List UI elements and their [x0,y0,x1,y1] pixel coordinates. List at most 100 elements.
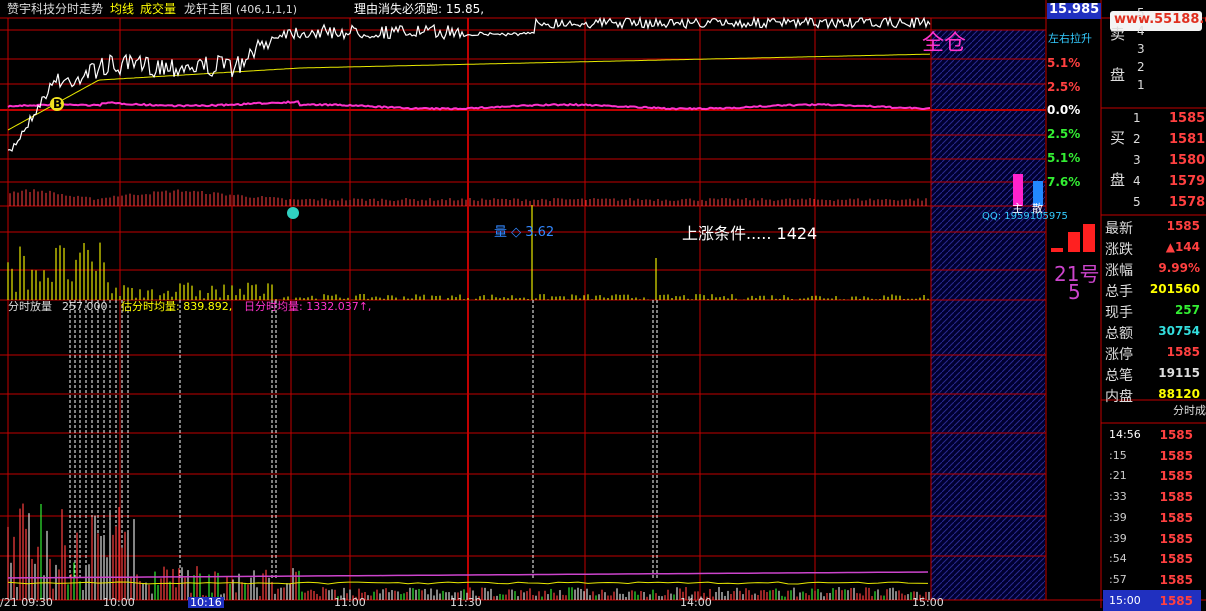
pct-label: 2.5% [1047,80,1081,94]
volume-header-label: 分时放量 [8,300,52,313]
tick-price: 1585 [1159,428,1193,442]
quote-value: 201560 [1149,282,1200,296]
quote-row: 涨幅 9.99% [1103,257,1206,279]
quote-row: 涨停 1585 [1103,341,1206,363]
time-label: /21 09:30 [0,596,53,609]
quote-key: 总笔 [1105,368,1133,384]
retail-label: 散 [1032,202,1043,215]
buy-level-number: 1 [1133,111,1141,125]
quote-row: 总额 30754 [1103,320,1206,342]
indicator-params: (406,1,1,1) [236,3,298,16]
avg-line-label: 均线 [110,2,135,16]
quote-row: 现手 257 [1103,299,1206,321]
tick-row[interactable]: 15:00 1585 [1103,589,1201,611]
volume-avg-label: 估分时均量: 839.892, [121,300,233,313]
quote-row: 内盘 88120 [1103,383,1206,405]
full-position-label: 全仓 [922,31,967,56]
number-5: 5 [1068,280,1081,304]
time-label: 10:00 [103,596,135,609]
tick-time: :33 [1109,490,1127,504]
tick-price: 1585 [1159,552,1193,567]
quote-key: 总额 [1105,326,1133,342]
tick-price: 1585 [1159,490,1193,505]
trend-bar-1 [1051,248,1063,252]
pct-label: 5.1% [1047,151,1081,165]
tick-row[interactable]: :15 1585 [1103,445,1201,466]
tick-time: 14:56 [1109,428,1141,441]
reason-text: 理由消失必须跑: 15.85, [354,2,485,16]
pct-label: 5.1% [1047,56,1081,70]
buy-level-price: 1580 [1169,153,1206,168]
time-label: 15:00 [912,596,944,609]
trend-bar-3 [1083,224,1095,252]
quote-key: 涨跌 [1105,242,1133,258]
home-marker-icon[interactable] [287,207,299,219]
sell-level-number: 2 [1137,60,1145,74]
quote-value: 1585 [1166,219,1200,233]
tick-price: 1585 [1159,469,1193,484]
buy-level-number: 2 [1133,132,1141,146]
buy-label-1: 买 [1110,129,1126,147]
buy-level-price: 1581 [1169,132,1206,147]
tick-row[interactable]: :39 1585 [1103,528,1201,549]
pct-label: 7.6% [1047,175,1081,189]
after-hours-zone-bottom [931,300,1045,600]
left-right-toggle[interactable]: 左右拉升 [1048,33,1092,44]
buy-level-price: 1585 [1169,111,1206,126]
quote-value: 257 [1174,303,1200,317]
time-label: 11:00 [334,596,366,609]
intraday-chart-window: 赞宇科技分时走势 均线 成交量 龙轩主图 (406,1,1,1) 理由消失必须跑… [0,0,1206,611]
tick-row[interactable]: :54 1585 [1103,548,1201,569]
sell-level-number: 4 [1137,24,1145,38]
sell-label-1: 卖 [1110,25,1126,43]
quote-value: 88120 [1158,387,1200,401]
time-label: 14:00 [680,596,712,609]
quote-value: ▲144 [1165,240,1200,254]
buy-level-price: 1578 [1169,195,1206,210]
buy-level-number: 4 [1133,174,1141,188]
main-force-label: 主 [1012,202,1023,215]
quote-value: 30754 [1158,324,1200,338]
tick-price: 1585 [1159,531,1193,546]
tick-time: :21 [1109,469,1127,483]
tick-tab[interactable]: 分时成 [1173,405,1206,416]
tick-price: 1585 [1159,572,1193,587]
sell-level-number: 5 [1137,6,1145,20]
quote-row: 最新 1585 [1103,215,1206,237]
buy-level-price: 1579 [1169,174,1206,189]
volume-label: 成交量 [140,2,177,16]
tick-row[interactable]: :21 1585 [1103,465,1201,486]
tick-row[interactable]: :57 1585 [1103,569,1201,590]
quote-key: 总手 [1105,284,1133,300]
buy-level-number: 5 [1133,195,1141,209]
buy-signal-label: B [53,97,63,111]
tick-time: :15 [1109,448,1127,462]
time-label: 11:30 [450,596,482,609]
rise-condition: 上涨条件..... 1424 [682,224,818,243]
sell-level-number: 3 [1137,42,1145,56]
indicator-name: 龙轩主图 [184,2,233,16]
quote-row: 涨跌 ▲144 [1103,236,1206,258]
pct-label: 2.5% [1047,127,1081,141]
tick-row[interactable]: 14:56 1585 [1103,424,1201,445]
quote-key: 最新 [1105,221,1133,237]
quote-value: 9.99% [1158,261,1200,275]
quote-key: 涨幅 [1105,263,1133,279]
quote-row: 总笔 19115 [1103,362,1206,384]
tick-price: 1585 [1159,593,1193,608]
tick-time: :54 [1109,552,1127,566]
sell-level-number: 1 [1137,78,1145,92]
pct-label: 0.0% [1047,103,1081,117]
quote-row: 总手 201560 [1103,278,1206,300]
time-label: 10:16 [188,596,224,609]
buy-label-2: 盘 [1110,171,1126,189]
volume-day-avg-label: 日分时均量: 1332.037↑, [244,300,372,313]
quote-key: 现手 [1105,305,1133,321]
volume-header-value: 257.000 [62,300,108,313]
quote-key: 内盘 [1105,389,1133,405]
quote-value: 1585 [1166,345,1200,359]
tick-row[interactable]: :39 1585 [1103,507,1201,528]
tick-row[interactable]: :33 1585 [1103,486,1201,507]
sell-label-2: 盘 [1110,66,1126,84]
tick-price: 1585 [1159,448,1193,463]
